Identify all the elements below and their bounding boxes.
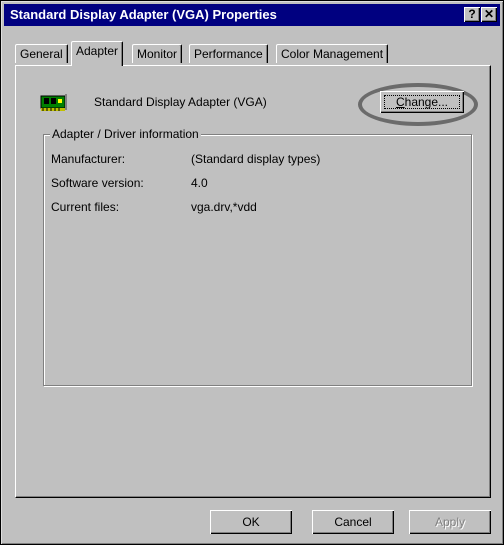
adapter-tab-panel: Standard Display Adapter (VGA) Change...… — [15, 65, 491, 498]
help-button[interactable]: ? — [464, 7, 480, 22]
tab-performance[interactable]: Performance — [189, 44, 268, 63]
tab-monitor[interactable]: Monitor — [132, 44, 183, 63]
tab-adapter[interactable]: Adapter — [71, 41, 124, 66]
change-button[interactable]: Change... — [380, 91, 464, 113]
manufacturer-label: Manufacturer: — [51, 152, 126, 166]
change-button-label: Change... — [384, 95, 460, 109]
close-icon: ✕ — [483, 7, 495, 21]
help-icon: ? — [468, 7, 476, 21]
software-version-value: 4.0 — [191, 176, 208, 190]
current-files-value: vga.drv,*vdd — [191, 200, 257, 214]
apply-button[interactable]: Apply — [409, 510, 491, 534]
software-version-label: Software version: — [51, 176, 144, 190]
cancel-button[interactable]: Cancel — [312, 510, 394, 534]
window-title: Standard Display Adapter (VGA) Propertie… — [10, 7, 277, 22]
current-files-label: Current files: — [51, 200, 120, 214]
properties-dialog: Standard Display Adapter (VGA) Propertie… — [0, 0, 504, 545]
adapter-name: Standard Display Adapter (VGA) — [94, 95, 267, 109]
tab-general[interactable]: General — [15, 44, 68, 63]
close-button[interactable]: ✕ — [481, 7, 497, 22]
title-bar[interactable]: Standard Display Adapter (VGA) Propertie… — [4, 4, 500, 26]
display-adapter-card-icon — [40, 94, 67, 111]
ok-button[interactable]: OK — [210, 510, 292, 534]
tab-color-management[interactable]: Color Management — [276, 44, 389, 63]
manufacturer-value: (Standard display types) — [191, 152, 321, 166]
group-title: Adapter / Driver information — [50, 127, 201, 141]
adapter-driver-info-group: Adapter / Driver information — [43, 127, 472, 386]
